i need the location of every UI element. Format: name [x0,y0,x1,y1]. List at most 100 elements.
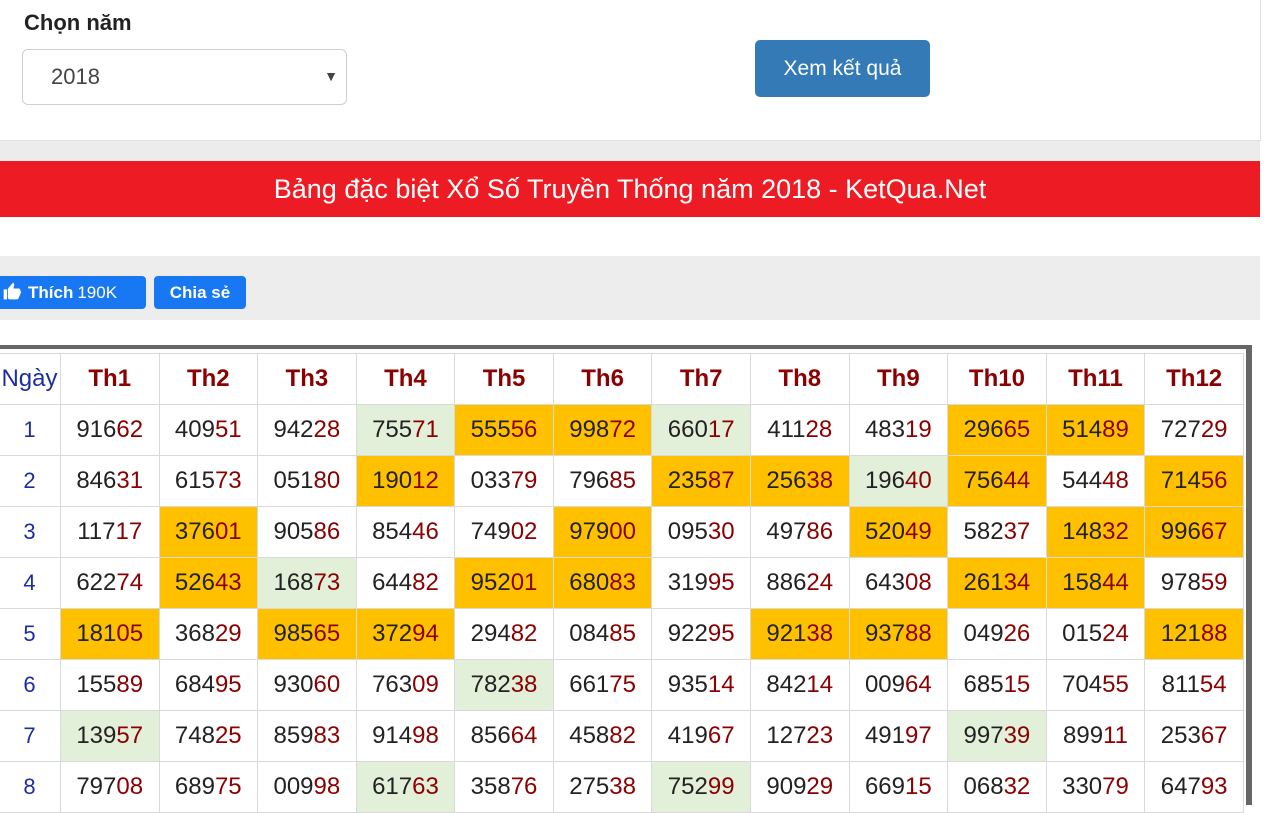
facebook-share-button[interactable]: Chia sẻ [154,276,246,309]
result-tail-digits: 98 [412,722,439,749]
result-head-digits: 168 [273,569,314,596]
result-tail-digits: 82 [609,722,636,749]
result-head-digits: 190 [372,467,413,494]
result-tail-digits: 89 [1102,416,1129,443]
result-head-digits: 121 [1160,620,1201,647]
result-head-digits: 782 [470,671,511,698]
result-cell: 78238 [454,659,554,711]
result-cell: 99872 [552,404,653,456]
result-tail-digits: 87 [707,467,735,494]
result-cell: 99667 [1144,506,1244,558]
result-cell: 66915 [848,761,949,813]
result-cell: 52049 [848,506,949,558]
result-head-digits: 497 [766,518,807,545]
result-cell: 09530 [651,506,751,558]
result-tail-digits: 67 [707,722,735,749]
result-tail-digits: 63 [412,773,439,800]
result-cell: 76309 [355,659,456,711]
result-tail-digits: 88 [1200,620,1228,647]
result-tail-digits: 38 [806,467,834,494]
result-tail-digits: 32 [1102,518,1129,545]
result-head-digits: 899 [1063,722,1104,749]
result-tail-digits: 29 [214,620,242,647]
result-head-digits: 921 [766,620,807,647]
result-cell: 68975 [158,761,259,813]
result-head-digits: 051 [273,467,314,494]
result-cell: 16873 [257,557,357,609]
result-tail-digits: 37 [1003,518,1031,545]
result-head-digits: 139 [76,722,117,749]
like-count: 190K [77,283,118,302]
result-tail-digits: 57 [116,722,144,749]
result-tail-digits: 76 [510,773,538,800]
result-cell: 90586 [257,506,357,558]
result-tail-digits: 34 [1003,569,1031,596]
result-head-digits: 935 [667,671,708,698]
result-tail-digits: 95 [214,671,242,698]
result-tail-digits: 09 [412,671,439,698]
result-cell: 97859 [1144,557,1244,609]
facebook-like-button[interactable]: Thích 190K [0,276,146,309]
result-head-digits: 680 [569,569,610,596]
month-column-header: Th3 [257,353,357,405]
result-tail-digits: 64 [510,722,538,749]
result-cell: 84214 [749,659,850,711]
result-cell: 35876 [454,761,554,813]
year-select[interactable]: 2018 ▼ [22,49,347,105]
result-head-digits: 996 [1160,518,1201,545]
result-head-digits: 526 [174,569,215,596]
result-head-digits: 491 [864,722,905,749]
result-tail-digits: 17 [115,518,143,545]
result-head-digits: 148 [1062,518,1103,545]
result-tail-digits: 93 [1200,773,1228,800]
result-cell: 61573 [158,455,259,507]
table-row: 7 13957 74825 85983 91498 85664 45882 41967 1272… [0,710,1244,762]
section-divider [0,141,1260,161]
result-cell: 68083 [552,557,653,609]
result-head-digits: 978 [1160,569,1201,596]
result-tail-digits: 67 [1200,518,1228,545]
result-head-digits: 615 [174,467,215,494]
result-head-digits: 419 [667,722,708,749]
result-head-digits: 555 [470,416,511,443]
result-cell: 90929 [749,761,850,813]
result-cell: 81154 [1144,659,1244,711]
result-tail-digits: 38 [609,773,636,800]
result-head-digits: 409 [174,416,215,443]
result-cell: 75571 [355,404,456,456]
result-head-digits: 068 [963,773,1004,800]
result-cell: 85664 [454,710,554,762]
result-head-digits: 752 [667,773,708,800]
result-tail-digits: 83 [609,569,636,596]
result-head-digits: 854 [372,518,413,545]
result-tail-digits: 31 [116,467,144,494]
result-cell: 93060 [257,659,357,711]
month-column-header: Th1 [59,353,160,405]
result-cell: 64793 [1144,761,1244,813]
result-head-digits: 942 [273,416,314,443]
result-tail-digits: 95 [707,620,735,647]
result-tail-digits: 14 [806,671,834,698]
result-cell: 40951 [158,404,259,456]
result-tail-digits: 65 [1003,416,1031,443]
result-cell: 72729 [1144,404,1244,456]
result-tail-digits: 86 [806,518,834,545]
result-cell: 84631 [59,455,160,507]
result-tail-digits: 30 [707,518,735,545]
result-tail-digits: 89 [116,671,144,698]
month-column-header: Th9 [848,353,949,405]
result-tail-digits: 55 [1102,671,1129,698]
result-head-digits: 914 [372,722,413,749]
day-number-cell: 7 [0,710,61,762]
result-tail-digits: 43 [214,569,242,596]
result-cell: 64308 [848,557,949,609]
result-cell: 33079 [1045,761,1146,813]
result-tail-digits: 95 [707,569,735,596]
result-tail-digits: 88 [905,620,932,647]
view-results-button[interactable]: Xem kết quả [755,40,930,97]
result-tail-digits: 01 [510,569,538,596]
result-head-digits: 376 [174,518,215,545]
result-cell: 18105 [59,608,160,660]
result-tail-digits: 38 [510,671,538,698]
result-cell: 70455 [1045,659,1146,711]
